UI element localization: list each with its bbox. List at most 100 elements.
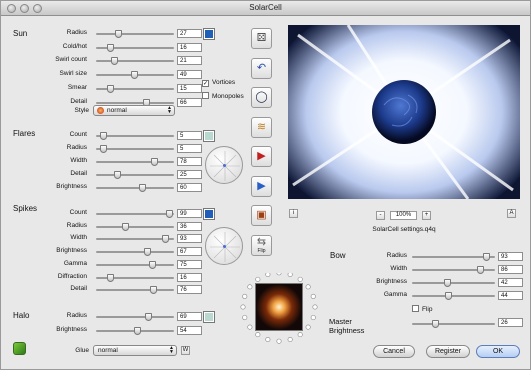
slider-knob[interactable] (162, 235, 169, 244)
glue-popup[interactable]: normal ▲ ▼ (93, 345, 177, 356)
sun-swirl-size-slider[interactable] (96, 71, 174, 80)
flip-button[interactable]: ⇆ Flip (251, 234, 272, 256)
vortices-check-box[interactable]: ✓ (202, 80, 209, 87)
flip-checkbox[interactable]: Flip (412, 305, 432, 313)
cancel-button[interactable]: Cancel (373, 345, 415, 358)
slider-knob[interactable] (139, 184, 146, 192)
spikes-diffraction-slider[interactable] (96, 273, 174, 282)
slider-knob[interactable] (134, 327, 141, 335)
master-brightness-slider[interactable] (412, 320, 495, 328)
sun-smear-slider[interactable] (96, 84, 174, 93)
slider-knob[interactable] (114, 171, 121, 179)
flares-detail-field[interactable]: 25 (177, 170, 202, 179)
preset-dot[interactable] (247, 324, 253, 330)
preset-wheel[interactable] (239, 270, 319, 353)
flares-width-field[interactable]: 78 (177, 157, 202, 166)
ring-button[interactable]: ◯ (251, 87, 272, 108)
bow-radius-slider[interactable] (412, 253, 495, 261)
bow-gamma-field[interactable]: 44 (498, 291, 523, 300)
spikes-count-slider[interactable] (96, 210, 174, 218)
sun-swirl-count-slider[interactable] (96, 57, 174, 66)
register-button[interactable]: Register (426, 345, 470, 358)
bow-brightness-field[interactable]: 42 (498, 278, 523, 287)
slider-knob[interactable] (432, 320, 439, 328)
play-blue-button[interactable]: ▶ (251, 175, 272, 197)
preset-dot[interactable] (265, 271, 271, 277)
slider-knob[interactable] (107, 43, 114, 52)
slider-knob[interactable] (115, 30, 122, 38)
preset-thumbnail[interactable] (255, 283, 303, 331)
monopoles-checkbox[interactable]: Monopoles (202, 92, 244, 100)
sun-detail-slider[interactable] (96, 98, 174, 107)
flares-radius-slider[interactable] (96, 145, 174, 153)
slider-knob[interactable] (100, 132, 107, 140)
spikes-gamma-slider[interactable] (96, 260, 174, 269)
flares-detail-slider[interactable] (96, 171, 174, 179)
slider-knob[interactable] (483, 253, 490, 261)
bow-radius-field[interactable]: 93 (498, 252, 523, 261)
preset-dot[interactable] (247, 284, 253, 290)
slider-knob[interactable] (107, 84, 114, 93)
flares-width-slider[interactable] (96, 158, 174, 166)
slider-knob[interactable] (122, 222, 129, 231)
spikes-radius-slider[interactable] (96, 222, 174, 231)
preset-dot[interactable] (305, 284, 311, 290)
spikes-width-slider[interactable] (96, 235, 174, 244)
sun-cold-hot-slider[interactable] (96, 43, 174, 52)
slider-knob[interactable] (149, 260, 156, 269)
spikes-gamma-field[interactable]: 75 (177, 259, 202, 269)
preset-dot[interactable] (265, 337, 271, 343)
spikes-detail-slider[interactable] (96, 286, 174, 295)
slider-knob[interactable] (107, 273, 114, 282)
slider-knob[interactable] (131, 71, 138, 80)
glue-w-button[interactable]: W (181, 346, 190, 355)
preset-dot[interactable] (305, 324, 311, 330)
play-red-button[interactable]: ▶ (251, 146, 272, 167)
slider-knob[interactable] (144, 248, 151, 257)
flares-count-field[interactable]: 5 (177, 131, 202, 140)
preset-dot[interactable] (287, 271, 293, 277)
spikes-detail-field[interactable]: 76 (177, 285, 202, 295)
spikes-brightness-slider[interactable] (96, 248, 174, 257)
sun-detail-field[interactable]: 66 (177, 97, 202, 107)
preset-dot[interactable] (240, 304, 246, 310)
preview-canvas[interactable] (288, 25, 520, 199)
slider-knob[interactable] (100, 145, 107, 153)
preset-dot[interactable] (255, 276, 261, 282)
photo-button[interactable]: ▣ (251, 205, 272, 226)
zoom-in-button[interactable]: + (422, 211, 431, 220)
preset-dot[interactable] (276, 338, 282, 344)
sun-radius-slider[interactable] (96, 30, 174, 38)
sun-swirl-count-field[interactable]: 21 (177, 56, 202, 66)
spikes-direction-dial[interactable] (205, 227, 243, 265)
preset-dot[interactable] (297, 332, 303, 338)
preset-dot[interactable] (310, 315, 316, 321)
sun-swirl-size-field[interactable]: 49 (177, 70, 202, 80)
halo-brightness-slider[interactable] (96, 327, 174, 335)
preset-dot[interactable] (276, 270, 282, 276)
spikes-color-swatch[interactable] (203, 208, 215, 220)
halo-color-swatch[interactable] (203, 311, 215, 323)
spikes-brightness-field[interactable]: 67 (177, 247, 202, 257)
spikes-radius-field[interactable]: 36 (177, 221, 202, 231)
halo-radius-slider[interactable] (96, 313, 174, 321)
spikes-diffraction-field[interactable]: 16 (177, 272, 202, 282)
ok-button[interactable]: OK (476, 345, 520, 358)
bow-gamma-slider[interactable] (412, 292, 495, 300)
flares-color-swatch[interactable] (203, 130, 215, 142)
halo-brightness-field[interactable]: 54 (177, 326, 202, 335)
slider-knob[interactable] (477, 266, 484, 274)
slider-knob[interactable] (111, 57, 118, 66)
sun-cold-hot-field[interactable]: 16 (177, 42, 202, 52)
slider-knob[interactable] (145, 313, 152, 321)
monopoles-check-box[interactable] (202, 92, 209, 99)
random-dice-button[interactable]: ⚄ (251, 28, 272, 49)
bow-width-field[interactable]: 86 (498, 265, 523, 274)
preset-dot[interactable] (310, 293, 316, 299)
preset-dot[interactable] (297, 276, 303, 282)
bow-brightness-slider[interactable] (412, 279, 495, 287)
undo-button[interactable]: ↶ (251, 57, 272, 79)
preset-dot[interactable] (255, 332, 261, 338)
preset-dot[interactable] (242, 315, 248, 321)
flares-radius-field[interactable]: 5 (177, 144, 202, 153)
